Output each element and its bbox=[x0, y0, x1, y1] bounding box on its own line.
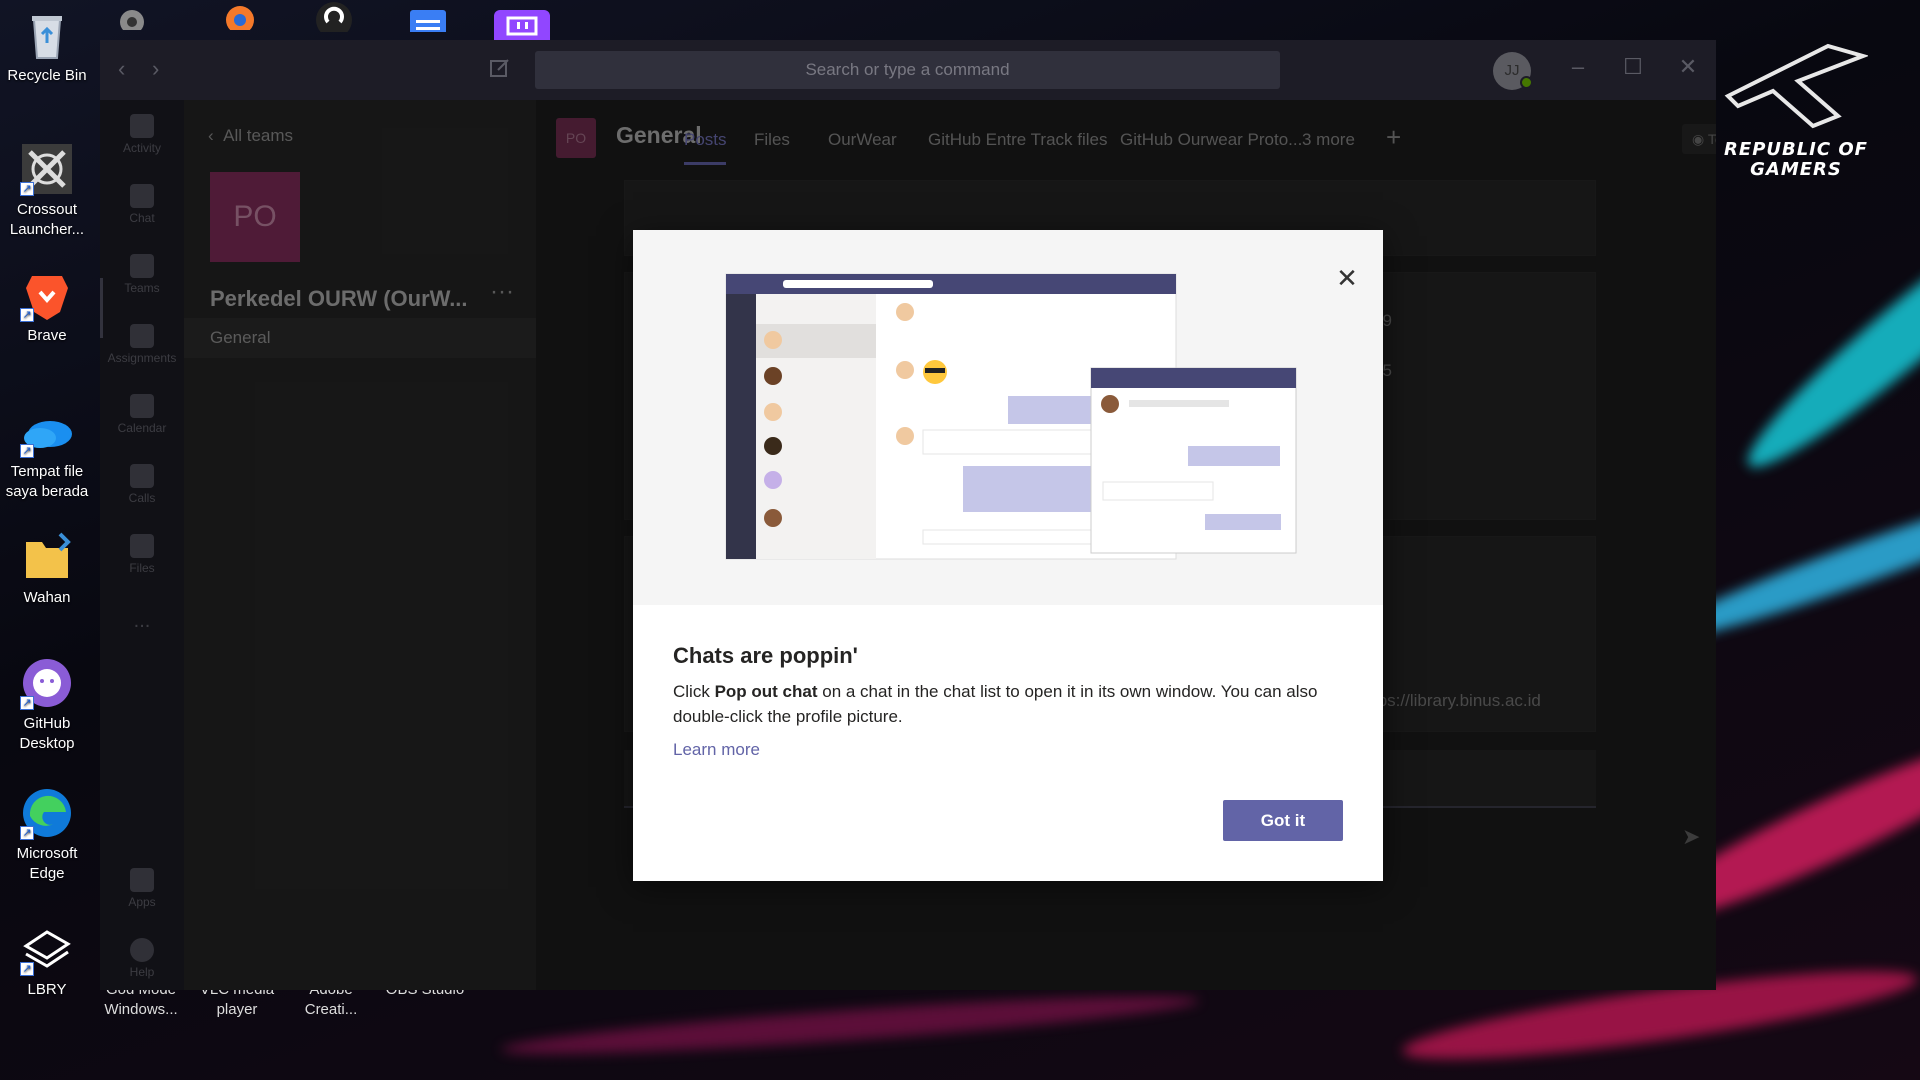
desktop-icon-label: Tempat file saya berada bbox=[5, 463, 89, 500]
desktop-icon-brave[interactable]: ↗ Brave bbox=[0, 268, 94, 346]
desktop-icon-label: GitHub Desktop bbox=[19, 715, 75, 752]
github-icon: ↗ bbox=[20, 656, 74, 710]
desktop-icon-onedrive[interactable]: ↗ Tempat file saya berada bbox=[0, 404, 94, 502]
folder-icon bbox=[20, 530, 74, 584]
desktop-icon-label: LBRY bbox=[27, 981, 67, 998]
desktop-icon-label: Recycle Bin bbox=[7, 67, 87, 84]
desktop-icon-label: Wahan bbox=[23, 589, 71, 606]
desktop-icon-recycle-bin[interactable]: Recycle Bin bbox=[0, 8, 94, 86]
logitech-icon[interactable] bbox=[310, 0, 366, 42]
pop-out-chat-illustration bbox=[725, 273, 1297, 560]
rog-text: REPUBLIC OF GAMERS bbox=[1724, 139, 1868, 180]
feature-dialog: ✕ Chats are poppin' Click Pop out chat o… bbox=[633, 230, 1383, 881]
onedrive-icon: ↗ bbox=[20, 404, 74, 458]
dialog-title: Chats are poppin' bbox=[673, 643, 858, 668]
desktop-icon-label: Microsoft Edge bbox=[16, 845, 78, 882]
desktop-icon-edge[interactable]: ↗ Microsoft Edge bbox=[0, 786, 94, 884]
recycle-bin-icon bbox=[20, 8, 74, 62]
desktop-icon-wahan[interactable]: Wahan bbox=[0, 530, 94, 608]
dialog-illustration bbox=[633, 230, 1383, 605]
desktop-icon-crossout[interactable]: ↗ Crossout Launcher... bbox=[0, 142, 94, 240]
pop-out-chat-emphasis: Pop out chat bbox=[714, 682, 818, 701]
learn-more-link[interactable]: Learn more bbox=[673, 740, 760, 760]
brave-icon: ↗ bbox=[20, 268, 74, 322]
desktop-icon-label: Crossout Launcher... bbox=[9, 201, 85, 238]
close-icon[interactable]: ✕ bbox=[1333, 264, 1361, 292]
rog-logo bbox=[1724, 43, 1868, 129]
desktop-icon-label: Brave bbox=[27, 327, 67, 344]
dialog-body: Click Pop out chat on a chat in the chat… bbox=[673, 682, 1318, 726]
desktop-icon-lbry[interactable]: ↗ LBRY bbox=[0, 922, 94, 1000]
blender-icon[interactable] bbox=[214, 0, 270, 42]
docs-icon[interactable] bbox=[404, 0, 460, 50]
twitch-icon[interactable] bbox=[492, 0, 550, 50]
got-it-button[interactable]: Got it bbox=[1223, 800, 1343, 841]
crossout-icon: ↗ bbox=[20, 142, 74, 196]
teams-window: ‹ › Search or type a command JJ – ☐ ✕ Ac… bbox=[100, 40, 1716, 990]
lbry-icon: ↗ bbox=[20, 922, 74, 976]
edge-icon: ↗ bbox=[20, 786, 74, 840]
gear-icon[interactable] bbox=[112, 0, 168, 42]
desktop-icon-github[interactable]: ↗ GitHub Desktop bbox=[0, 656, 94, 754]
